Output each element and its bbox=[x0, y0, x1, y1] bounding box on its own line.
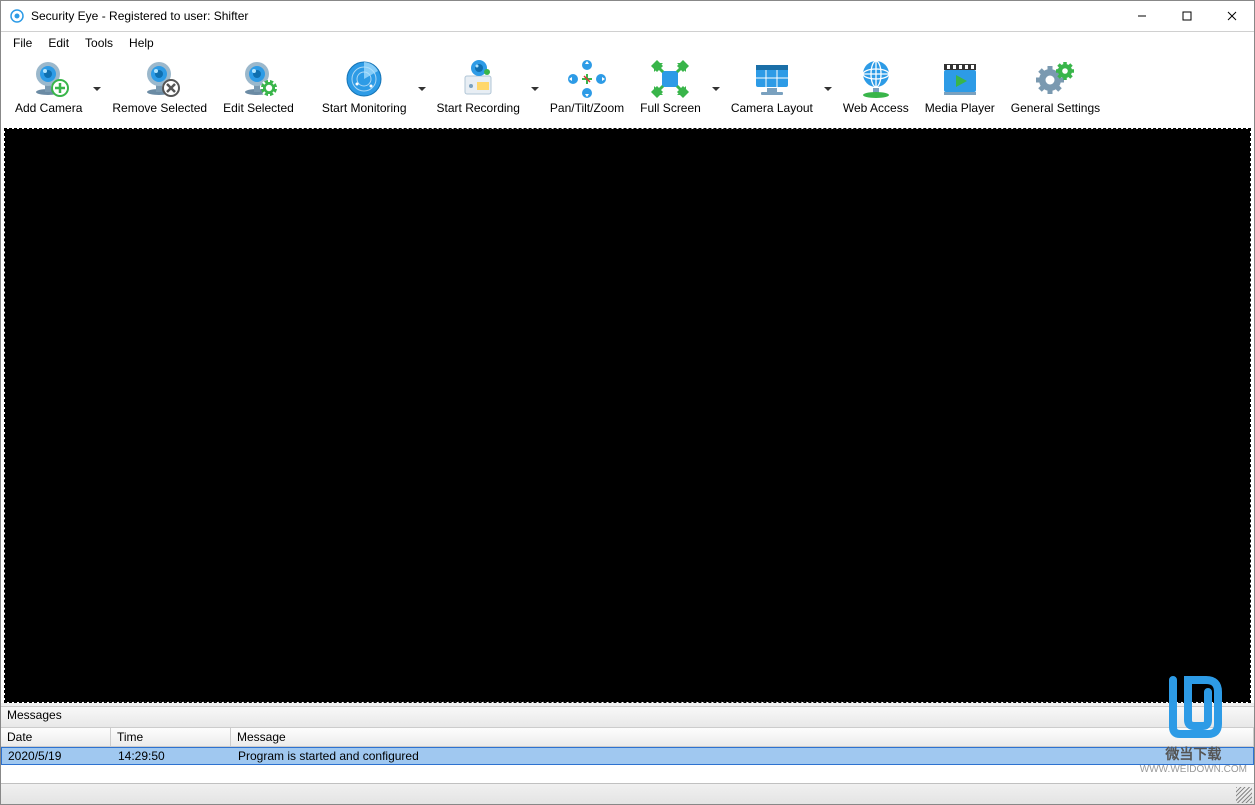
start-recording-label: Start Recording bbox=[437, 101, 520, 115]
toolbar: Add Camera Remove Selected bbox=[1, 53, 1254, 125]
general-settings-label: General Settings bbox=[1011, 101, 1100, 115]
start-monitoring-dropdown[interactable] bbox=[415, 56, 429, 122]
message-row[interactable]: 2020/5/19 14:29:50 Program is started an… bbox=[1, 747, 1254, 765]
message-time: 14:29:50 bbox=[112, 748, 232, 764]
start-recording-button[interactable]: Start Recording bbox=[429, 55, 528, 123]
general-settings-button[interactable]: General Settings bbox=[1003, 55, 1108, 123]
maximize-button[interactable] bbox=[1164, 1, 1209, 31]
edit-selected-button[interactable]: Edit Selected bbox=[215, 55, 302, 123]
add-camera-button[interactable]: Add Camera bbox=[7, 55, 90, 123]
pan-tilt-zoom-label: Pan/Tilt/Zoom bbox=[550, 101, 624, 115]
camera-viewport-area bbox=[1, 125, 1254, 703]
record-icon bbox=[457, 58, 499, 100]
minimize-button[interactable] bbox=[1119, 1, 1164, 31]
globe-icon bbox=[855, 58, 897, 100]
edit-camera-icon bbox=[237, 58, 279, 100]
title-text: Security Eye - Registered to user: Shift… bbox=[31, 9, 248, 23]
menu-help[interactable]: Help bbox=[121, 32, 162, 53]
radar-icon bbox=[343, 58, 385, 100]
close-button[interactable] bbox=[1209, 1, 1254, 31]
web-access-button[interactable]: Web Access bbox=[835, 55, 917, 123]
camera-viewport[interactable] bbox=[5, 129, 1250, 702]
messages-body[interactable]: 2020/5/19 14:29:50 Program is started an… bbox=[1, 747, 1254, 783]
media-player-button[interactable]: Media Player bbox=[917, 55, 1003, 123]
add-camera-icon bbox=[28, 58, 70, 100]
start-monitoring-label: Start Monitoring bbox=[322, 101, 407, 115]
title-bar: Security Eye - Registered to user: Shift… bbox=[1, 1, 1254, 32]
remove-camera-icon bbox=[139, 58, 181, 100]
menu-tools[interactable]: Tools bbox=[77, 32, 121, 53]
camera-layout-label: Camera Layout bbox=[731, 101, 813, 115]
menu-file[interactable]: File bbox=[5, 32, 40, 53]
app-window: Security Eye - Registered to user: Shift… bbox=[0, 0, 1255, 805]
menu-edit[interactable]: Edit bbox=[40, 32, 77, 53]
full-screen-dropdown[interactable] bbox=[709, 56, 723, 122]
messages-panel: Messages Date Time Message 2020/5/19 14:… bbox=[1, 706, 1254, 783]
messages-grid: Date Time Message 2020/5/19 14:29:50 Pro… bbox=[1, 728, 1254, 783]
column-date[interactable]: Date bbox=[1, 728, 111, 746]
messages-header: Date Time Message bbox=[1, 728, 1254, 747]
status-bar bbox=[1, 783, 1254, 804]
camera-layout-button[interactable]: Camera Layout bbox=[723, 55, 821, 123]
add-camera-dropdown[interactable] bbox=[90, 56, 104, 122]
app-icon bbox=[9, 8, 25, 24]
column-message[interactable]: Message bbox=[231, 728, 1254, 746]
column-time[interactable]: Time bbox=[111, 728, 231, 746]
start-recording-dropdown[interactable] bbox=[528, 56, 542, 122]
edit-selected-label: Edit Selected bbox=[223, 101, 294, 115]
pan-tilt-zoom-button[interactable]: Pan/Tilt/Zoom bbox=[542, 55, 632, 123]
web-access-label: Web Access bbox=[843, 101, 909, 115]
media-player-label: Media Player bbox=[925, 101, 995, 115]
message-date: 2020/5/19 bbox=[2, 748, 112, 764]
camera-layout-dropdown[interactable] bbox=[821, 56, 835, 122]
ptz-icon bbox=[566, 58, 608, 100]
remove-selected-label: Remove Selected bbox=[112, 101, 207, 115]
fullscreen-icon bbox=[649, 58, 691, 100]
remove-selected-button[interactable]: Remove Selected bbox=[104, 55, 215, 123]
messages-label: Messages bbox=[1, 706, 1254, 728]
media-player-icon bbox=[939, 58, 981, 100]
menu-bar: File Edit Tools Help bbox=[1, 32, 1254, 53]
layout-icon bbox=[751, 58, 793, 100]
full-screen-button[interactable]: Full Screen bbox=[632, 55, 709, 123]
message-text: Program is started and configured bbox=[232, 748, 1253, 764]
gear-icon bbox=[1034, 58, 1076, 100]
start-monitoring-button[interactable]: Start Monitoring bbox=[314, 55, 415, 123]
add-camera-label: Add Camera bbox=[15, 101, 82, 115]
resize-grip-icon[interactable] bbox=[1236, 787, 1252, 803]
full-screen-label: Full Screen bbox=[640, 101, 701, 115]
